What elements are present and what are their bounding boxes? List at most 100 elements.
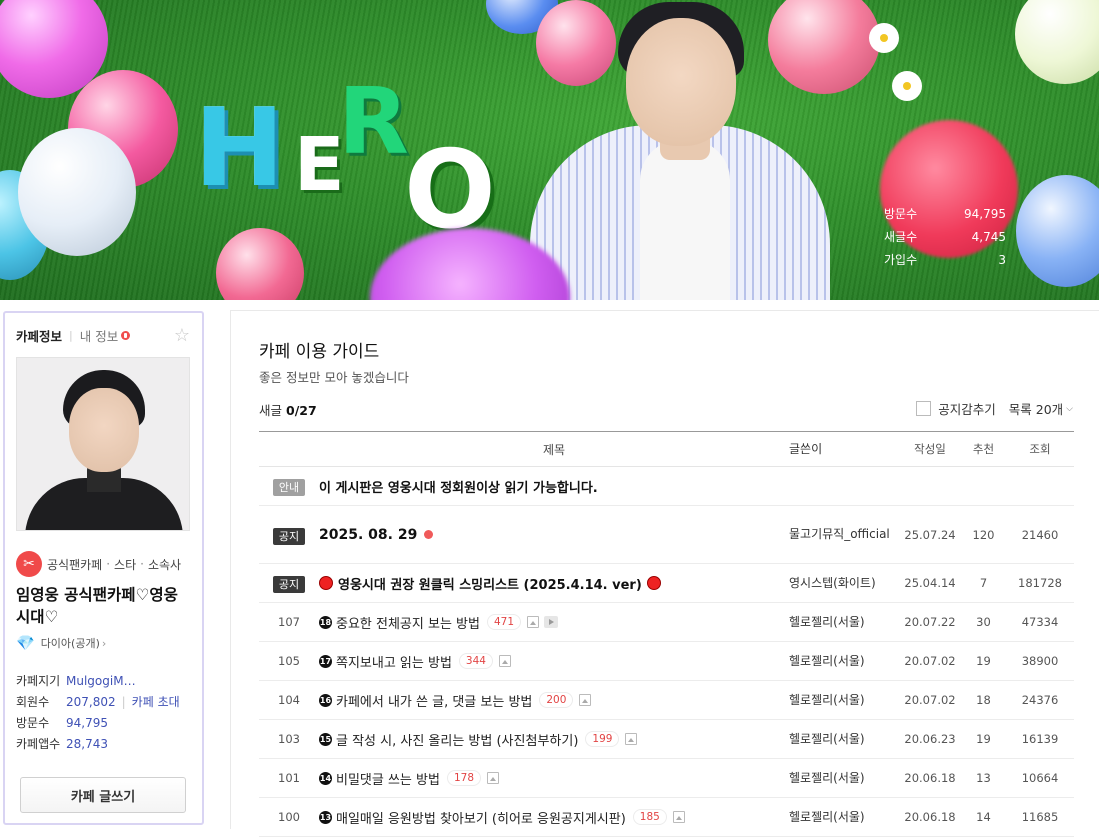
list-size-select[interactable]: 목록 20개 [1009, 399, 1063, 418]
post-title[interactable]: 이 게시판은 영웅시대 정회원이상 읽기 가능합니다. [319, 477, 598, 496]
post-date: 20.06.18 [904, 771, 956, 785]
balloon [18, 128, 136, 256]
cafe-profile-image[interactable] [16, 357, 190, 531]
post-recommend: 30 [976, 615, 991, 629]
chevron-down-icon[interactable]: ⌵ [1066, 404, 1073, 414]
balloon [1016, 175, 1099, 287]
manager-link[interactable]: MulgogiMusi.. [66, 674, 140, 688]
table-row[interactable]: 103 15 글 작성 시, 사진 올리는 방법 (사진첨부하기) 199 헬로… [259, 720, 1074, 759]
post-views: 21460 [1021, 527, 1059, 542]
post-date: 20.07.02 [904, 654, 956, 668]
post-title[interactable]: 영웅시대 권장 원클릭 스밍리스트 (2025.4.14. ver) [338, 574, 642, 593]
flower-icon [872, 26, 896, 50]
post-title[interactable]: 매일매일 응원방법 찾아보기 (히어로 응원공지게시판) [336, 808, 626, 827]
diamond-icon: 💎 [16, 634, 35, 652]
post-views: 47334 [1021, 615, 1059, 629]
post-views: 16139 [1021, 732, 1059, 746]
info-badge: 안내 [272, 479, 306, 496]
comment-count[interactable]: 471 [486, 614, 522, 630]
board-description: 좋은 정보만 모아 놓겠습니다 [259, 370, 409, 385]
post-recommend: 14 [976, 810, 991, 824]
table-row[interactable]: 안내 이 게시판은 영웅시대 정회원이상 읽기 가능합니다. [259, 467, 1074, 506]
post-title[interactable]: 2025. 08. 29 [319, 527, 417, 543]
post-date: 20.07.02 [904, 693, 956, 707]
stat-value: 94,795 [964, 206, 1006, 221]
info-visits: 방문수 94,795 [16, 715, 108, 731]
table-row[interactable]: 104 16 카페에서 내가 쓴 글, 댓글 보는 방법 200 헬로젤리(서울… [259, 681, 1074, 720]
hide-notice-checkbox[interactable] [916, 401, 932, 416]
post-number: 101 [278, 771, 300, 785]
info-members: 회원수 207,802 | 카페 초대 [16, 693, 180, 710]
post-author[interactable]: 물고기뮤직_official [789, 526, 899, 543]
post-author[interactable]: 헬로젤리(서울) [789, 653, 899, 670]
post-recommend: 19 [976, 654, 991, 668]
stat-value: 3 [998, 252, 1006, 267]
category-label[interactable]: 공식팬카페 [47, 556, 102, 573]
post-title[interactable]: 쪽지보내고 읽는 방법 [336, 652, 452, 671]
comment-count[interactable]: 344 [458, 653, 493, 669]
new-post-count: 새글 0/27 [259, 403, 317, 418]
comment-count[interactable]: 185 [632, 809, 667, 825]
post-author[interactable]: 헬로젤리(서울) [789, 770, 899, 787]
post-title[interactable]: 카페에서 내가 쓴 글, 댓글 보는 방법 [336, 691, 532, 710]
comment-count[interactable]: 199 [585, 731, 620, 747]
post-recommend: 18 [976, 693, 991, 707]
col-recommend: 추천 [972, 442, 995, 456]
category-sub-agency[interactable]: 소속사 [148, 556, 181, 573]
hero-letter: E [294, 122, 345, 208]
members-count[interactable]: 207,802 [66, 695, 116, 709]
post-views: 181728 [1018, 576, 1062, 590]
sidebar-tabs: 카페정보 | 내 정보 ☆ [16, 313, 191, 357]
post-author[interactable]: 헬로젤리(서울) [789, 614, 899, 631]
write-post-button[interactable]: 카페 글쓰기 [20, 777, 186, 813]
tab-cafe-info[interactable]: 카페정보 [16, 326, 62, 345]
table-row[interactable]: 107 18 중요한 전체공지 보는 방법 471 헬로젤리(서울) 20.07… [259, 603, 1074, 642]
red-circle-icon [319, 576, 333, 590]
hide-notice-label[interactable]: 공지감추기 [938, 399, 996, 418]
post-date: 20.06.18 [904, 810, 956, 824]
board-title: 카페 이용 가이드 [259, 342, 380, 362]
table-row[interactable]: 공지 영웅시대 권장 원클릭 스밍리스트 (2025.4.14. ver) 영시… [259, 564, 1074, 603]
post-number: 107 [278, 615, 300, 629]
image-icon [672, 811, 685, 823]
banner-portrait [530, 0, 830, 300]
video-icon [544, 616, 559, 628]
post-author[interactable]: 헬로젤리(서울) [789, 692, 899, 709]
comment-count[interactable]: 178 [446, 770, 481, 786]
stat-new-posts: 새글수 4,745 [884, 225, 1006, 248]
comment-count[interactable]: 200 [539, 692, 574, 708]
invite-link[interactable]: 카페 초대 [132, 693, 180, 710]
table-row[interactable]: 101 14 비밀댓글 쓰는 방법 178 헬로젤리(서울) 20.06.18 … [259, 759, 1074, 798]
circled-number-icon: 15 [319, 732, 332, 746]
post-recommend: 7 [979, 576, 988, 590]
table-row[interactable]: 100 13 매일매일 응원방법 찾아보기 (히어로 응원공지게시판) 185 … [259, 798, 1074, 837]
post-title[interactable]: 비밀댓글 쓰는 방법 [336, 769, 440, 788]
stat-label: 가입수 [884, 253, 918, 267]
circled-number-icon: 16 [319, 693, 332, 707]
cafe-grade[interactable]: 💎 다이아(공개) › [16, 634, 191, 652]
circled-number-icon: 13 [319, 810, 332, 824]
circled-number-icon: 17 [319, 654, 332, 668]
red-circle-icon [646, 576, 661, 590]
star-icon[interactable]: ☆ [174, 325, 190, 346]
post-author[interactable]: 영시스텝(화이트) [789, 575, 899, 592]
cafe-stats: 방문수 94,795 새글수 4,745 가입수 3 [884, 202, 1006, 271]
post-author[interactable]: 헬로젤리(서울) [789, 731, 899, 748]
post-number: 103 [278, 732, 300, 746]
flower-icon [895, 74, 919, 98]
post-date: 20.06.23 [904, 732, 956, 746]
post-author[interactable]: 헬로젤리(서울) [789, 809, 899, 826]
category-sub-star[interactable]: 스타 [114, 556, 136, 573]
post-date: 25.07.24 [904, 527, 956, 542]
tab-my-info[interactable]: 내 정보 [80, 326, 118, 345]
image-icon [498, 655, 511, 667]
new-badge-icon [121, 330, 131, 340]
post-title[interactable]: 글 작성 시, 사진 올리는 방법 (사진첨부하기) [336, 730, 578, 749]
table-row[interactable]: 공지 2025. 08. 29 물고기뮤직_official 25.07.24 … [259, 506, 1074, 564]
post-title[interactable]: 중요한 전체공지 보는 방법 [336, 613, 480, 632]
stat-joins: 가입수 3 [884, 248, 1006, 271]
post-date: 25.04.14 [904, 576, 956, 590]
cafe-name[interactable]: 임영웅 공식팬카페♡영웅시대♡ [16, 584, 191, 628]
cafe-banner: H E R O 방문수 94,795 새글수 4,745 가입수 3 [0, 0, 1099, 300]
table-row[interactable]: 105 17 쪽지보내고 읽는 방법 344 헬로젤리(서울) 20.07.02… [259, 642, 1074, 681]
